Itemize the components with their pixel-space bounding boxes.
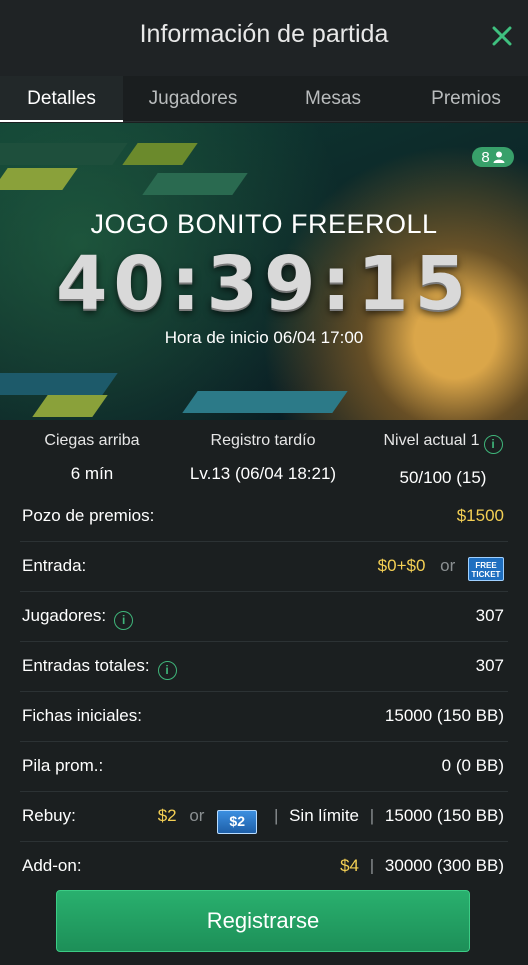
total-entries-row: Entradas totales: i 307	[20, 642, 508, 692]
info-icon[interactable]: i	[114, 611, 134, 630]
decor-stripe	[0, 143, 128, 165]
ticket-line-1: FREE	[475, 561, 497, 570]
tab-bar: Detalles Jugadores Mesas Premios	[0, 76, 528, 122]
addon-row: Add-on: $4 | 30000 (300 BB)	[20, 842, 508, 874]
registered-players-badge: 8	[472, 147, 514, 167]
rebuy-limit: Sin límite	[289, 806, 360, 825]
average-stack-label: Pila prom.:	[22, 756, 104, 775]
tab-jugadores[interactable]: Jugadores	[124, 76, 262, 122]
late-registration-stat: Registro tardío Lv.13 (06/04 18:21)	[172, 432, 354, 484]
close-icon[interactable]	[488, 22, 516, 50]
decor-stripe	[0, 168, 78, 190]
players-label-group: Jugadores: i	[22, 606, 134, 630]
average-stack-row: Pila prom.: 0 (0 BB)	[20, 742, 508, 792]
person-icon	[493, 151, 505, 163]
decor-stripe	[122, 143, 198, 165]
current-level-label: Nivel actual 1	[383, 432, 480, 449]
blinds-label: Ciegas arriba	[44, 432, 140, 449]
players-label: Jugadores:	[22, 606, 107, 625]
addon-label: Add-on:	[22, 856, 82, 874]
decor-stripe	[32, 395, 108, 417]
late-registration-value: Lv.13 (06/04 18:21)	[189, 464, 337, 483]
players-row: Jugadores: i 307	[20, 592, 508, 642]
decor-stripe	[182, 391, 348, 413]
current-level-value: 50/100 (15)	[399, 468, 487, 487]
prize-pool-row: Pozo de premios: $1500	[20, 492, 508, 542]
entry-or: or	[440, 556, 456, 575]
header: Información de partida	[0, 0, 528, 76]
rebuy-or: or	[189, 806, 205, 825]
footer: Registrarse	[0, 874, 528, 965]
starting-chips-row: Fichas iniciales: 15000 (150 BB)	[20, 692, 508, 742]
starting-chips-label: Fichas iniciales:	[22, 706, 142, 725]
decor-stripe	[0, 373, 118, 395]
total-entries-label-group: Entradas totales: i	[22, 656, 177, 680]
info-icon[interactable]: i	[483, 435, 503, 454]
tournament-name: JOGO BONITO FREEROLL	[90, 209, 438, 239]
free-ticket-icon: FREE TICKET	[468, 557, 504, 581]
rebuy-price: $2	[157, 806, 177, 825]
rebuy-ticket-icon: $2	[217, 810, 258, 834]
total-entries-label: Entradas totales:	[22, 656, 150, 675]
prize-pool-label: Pozo de premios:	[22, 506, 155, 525]
details-list: Pozo de premios: $1500 Entrada: $0+$0 or…	[0, 492, 528, 874]
addon-price: $4	[340, 856, 360, 874]
entry-value-group: $0+$0 or FREE TICKET	[378, 556, 504, 581]
info-icon[interactable]: i	[157, 661, 177, 680]
start-time: Hora de inicio 06/04 17:00	[164, 328, 364, 347]
divider: |	[273, 806, 279, 825]
page-title: Información de partida	[139, 20, 389, 48]
entry-row: Entrada: $0+$0 or FREE TICKET	[20, 542, 508, 592]
late-registration-label: Registro tardío	[210, 432, 316, 449]
blinds-value: 6 mín	[70, 464, 114, 483]
divider: |	[369, 806, 375, 825]
register-button[interactable]: Registrarse	[56, 890, 470, 952]
rebuy-value-group: $2 or $2 | Sin límite | 15000 (150 BB)	[158, 806, 504, 834]
tab-detalles[interactable]: Detalles	[0, 76, 123, 122]
tab-mesas[interactable]: Mesas	[264, 76, 402, 122]
tab-premios[interactable]: Premios	[404, 76, 528, 122]
players-count: 8	[481, 148, 490, 166]
players-value: 307	[475, 606, 504, 625]
addon-value-group: $4 | 30000 (300 BB)	[340, 856, 504, 874]
addon-chips: 30000 (300 BB)	[384, 856, 504, 874]
rebuy-chips: 15000 (150 BB)	[384, 806, 504, 825]
tournament-banner: 8 JOGO BONITO FREEROLL 40:39:15 Hora de …	[0, 123, 528, 420]
blinds-stat: Ciegas arriba 6 mín	[20, 432, 164, 484]
total-entries-value: 307	[475, 656, 504, 675]
countdown-timer: 40:39:15	[55, 241, 473, 327]
rebuy-label: Rebuy:	[22, 806, 76, 825]
entry-fee: $0+$0	[377, 556, 426, 575]
entry-label: Entrada:	[22, 556, 87, 575]
decor-stripe	[142, 173, 248, 195]
divider: |	[369, 856, 375, 874]
rebuy-row: Rebuy: $2 or $2 | Sin límite | 15000 (15…	[20, 792, 508, 842]
average-stack-value: 0 (0 BB)	[441, 756, 504, 775]
prize-pool-value: $1500	[456, 506, 504, 525]
ticket-line-2: TICKET	[471, 570, 501, 579]
summary-stats: Ciegas arriba 6 mín Registro tardío Lv.1…	[0, 420, 528, 492]
starting-chips-value: 15000 (150 BB)	[384, 706, 504, 725]
current-level-stat: Nivel actual 1i 50/100 (15)	[368, 432, 518, 488]
